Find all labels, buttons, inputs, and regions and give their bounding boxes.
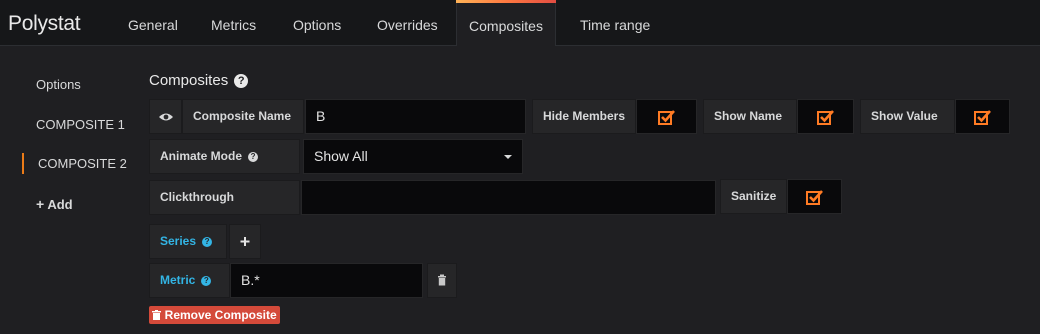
tab-time-range[interactable]: Time range xyxy=(580,0,650,46)
caret-down-icon xyxy=(504,155,512,159)
series-label-text: Series xyxy=(160,234,197,248)
tab-composites[interactable]: Composites xyxy=(456,0,556,47)
sidebar-active-indicator xyxy=(22,153,24,174)
metric-input[interactable]: B.* xyxy=(230,263,423,298)
sidebar-item-options[interactable]: Options xyxy=(36,77,81,92)
help-icon[interactable]: ? xyxy=(202,237,213,247)
app-title: Polystat xyxy=(8,12,81,35)
sidebar-item-add[interactable]: + Add xyxy=(36,196,73,212)
remove-composite-button[interactable]: Remove Composite xyxy=(149,306,280,324)
hide-members-checkbox-cell xyxy=(636,99,697,134)
hide-members-label: Hide Members xyxy=(532,99,636,134)
composite-name-input[interactable]: B xyxy=(305,99,526,134)
section-title: Composites? xyxy=(149,72,249,89)
show-name-label: Show Name xyxy=(703,99,797,134)
trash-icon xyxy=(438,274,446,286)
metric-label: Metric? xyxy=(149,263,230,298)
help-icon[interactable]: ? xyxy=(201,276,212,286)
editor-panel: Options COMPOSITE 1 COMPOSITE 2 + Add Co… xyxy=(0,46,1040,334)
checkbox-checked-icon[interactable] xyxy=(816,109,835,125)
animate-mode-select[interactable]: Show All xyxy=(303,139,523,174)
eye-icon xyxy=(159,113,173,121)
checkbox-checked-icon[interactable] xyxy=(657,109,676,125)
add-series-button[interactable] xyxy=(229,224,261,259)
show-value-checkbox-cell xyxy=(955,99,1010,134)
checkbox-checked-icon[interactable] xyxy=(805,189,824,205)
checkbox-checked-icon[interactable] xyxy=(973,109,992,125)
animate-mode-label: Animate Mode? xyxy=(149,139,300,174)
tab-options[interactable]: Options xyxy=(293,0,341,46)
tab-metrics[interactable]: Metrics xyxy=(211,0,256,46)
animate-mode-value: Show All xyxy=(314,148,368,164)
composites-title: Composites xyxy=(149,72,229,89)
sidebar-item-composite-1[interactable]: COMPOSITE 1 xyxy=(36,117,125,132)
delete-metric-button[interactable] xyxy=(427,263,457,298)
clickthrough-input[interactable] xyxy=(301,180,716,215)
remove-composite-label: Remove Composite xyxy=(164,308,277,322)
top-bar: Polystat General Metrics Options Overrid… xyxy=(0,0,1040,47)
help-icon[interactable]: ? xyxy=(234,74,249,88)
composite-name-label: Composite Name xyxy=(182,99,304,134)
toggle-visibility-button[interactable] xyxy=(149,99,182,134)
tab-overrides[interactable]: Overrides xyxy=(377,0,438,46)
plus-icon xyxy=(240,237,250,246)
show-name-checkbox-cell xyxy=(797,99,854,134)
help-icon[interactable]: ? xyxy=(248,152,259,162)
sanitize-label: Sanitize xyxy=(720,179,787,214)
show-value-label: Show Value xyxy=(860,99,955,134)
sanitize-checkbox-cell xyxy=(787,179,842,214)
metric-label-text: Metric xyxy=(160,273,196,287)
animate-mode-label-text: Animate Mode xyxy=(160,149,243,163)
clickthrough-label: Clickthrough xyxy=(149,180,300,215)
trash-icon xyxy=(152,310,162,320)
tab-general[interactable]: General xyxy=(128,0,178,46)
sidebar-item-composite-2[interactable]: COMPOSITE 2 xyxy=(38,156,127,171)
add-label: Add xyxy=(47,197,73,212)
series-label: Series? xyxy=(149,224,227,259)
plus-icon: + xyxy=(36,196,45,212)
